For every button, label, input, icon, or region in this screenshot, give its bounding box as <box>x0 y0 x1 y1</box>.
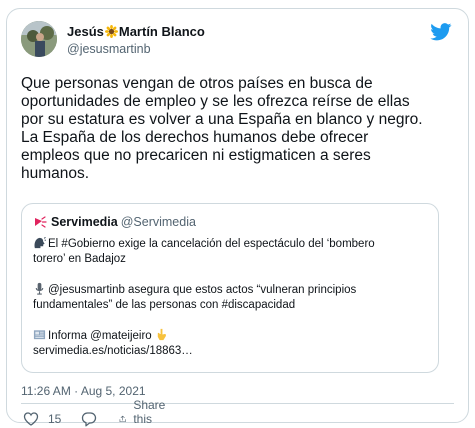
quoted-line: torero’ en Badajoz <box>33 253 126 265</box>
reply-button[interactable] <box>81 410 97 428</box>
quoted-line: El #Gobierno exige la cancelación del es… <box>33 236 428 252</box>
pointing-down-icon <box>157 328 166 341</box>
quoted-line: fundamentales” de las personas con #disc… <box>33 299 296 311</box>
avatar[interactable] <box>21 21 57 57</box>
quoted-link[interactable]: servimedia.es/noticias/18863… <box>33 344 428 359</box>
sunflower-icon <box>104 25 118 38</box>
quoted-line: @jesusmartinb asegura que estos actos “v… <box>33 282 428 298</box>
tweet-text: Que personas vengan de otros países en b… <box>21 75 423 182</box>
share-label: Share this Tweet <box>133 398 166 428</box>
reply-icon <box>81 412 97 427</box>
quoted-author-name: Servimedia <box>51 215 118 229</box>
servimedia-logo-icon <box>35 216 47 228</box>
heart-icon <box>23 412 39 426</box>
author-handle[interactable]: @jesusmartinb <box>67 41 205 57</box>
share-button[interactable]: Share this Tweet <box>119 398 174 428</box>
tweet-timestamp[interactable]: 11:26 AM · Aug 5, 2021 <box>21 384 146 398</box>
like-count: 15 <box>48 412 62 426</box>
twitter-bird-icon[interactable] <box>430 23 452 41</box>
quoted-line: Informa @mateijeiro <box>33 328 428 344</box>
author-display-name[interactable]: Jesús Martín Blanco <box>67 24 205 40</box>
tweet-card: Jesús Martín Blanco @jesusmartinb Que pe… <box>6 8 469 428</box>
divider <box>21 403 454 404</box>
newspaper-icon <box>33 330 46 340</box>
quoted-tweet-text: El #Gobierno exige la cancelación del es… <box>33 236 428 359</box>
speaking-head-icon <box>34 237 46 249</box>
tweet-header: Jesús Martín Blanco @jesusmartinb <box>21 21 454 65</box>
quoted-tweet[interactable]: Servimedia @Servimedia El #Gobierno exige… <box>21 203 439 373</box>
microphone-icon <box>35 282 44 295</box>
like-button[interactable]: 15 <box>23 410 61 428</box>
share-icon <box>119 415 126 423</box>
quoted-author-handle: @Servimedia <box>120 215 196 229</box>
